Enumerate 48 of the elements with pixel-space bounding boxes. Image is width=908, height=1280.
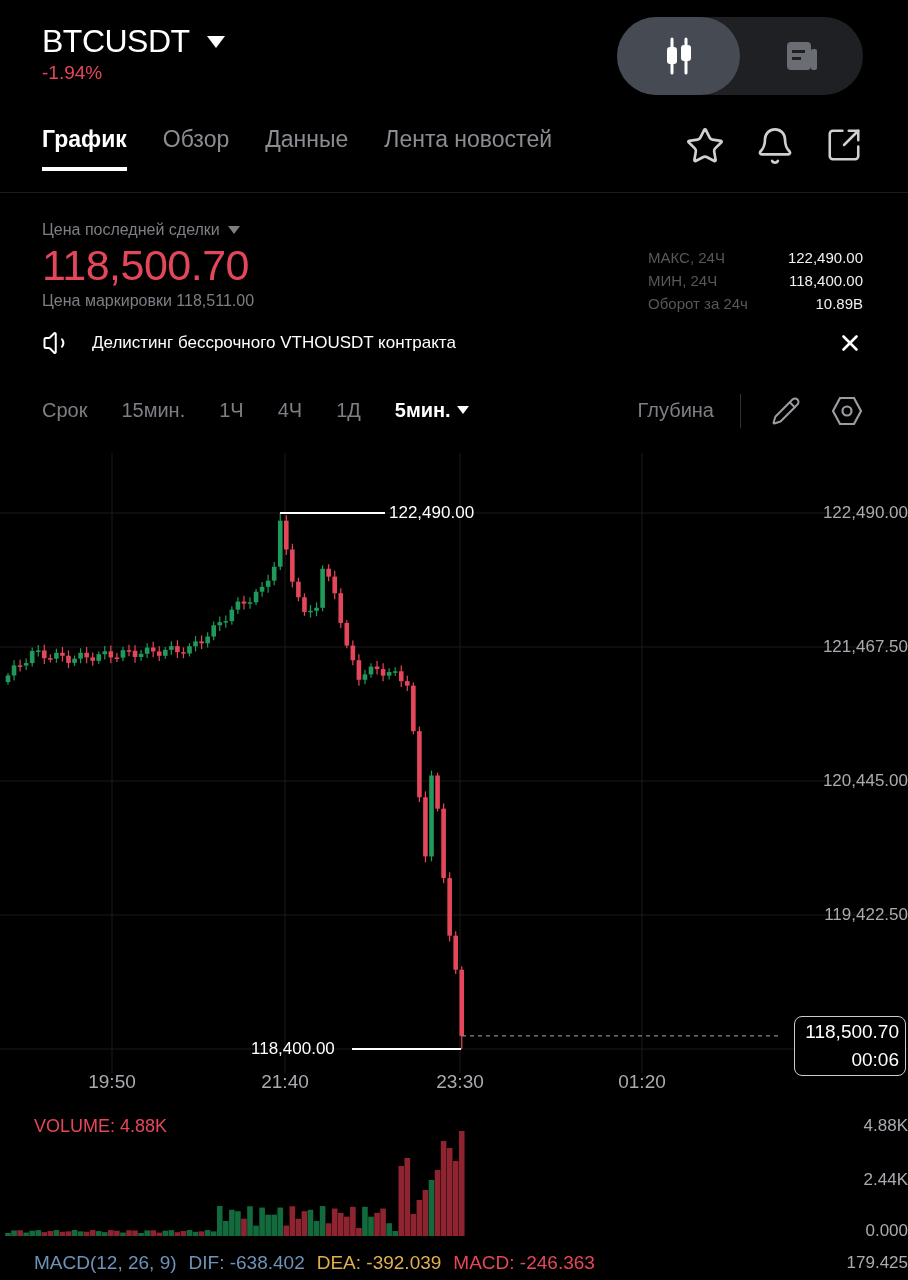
- stat-value: 118,400.00: [788, 272, 863, 289]
- last-price: 118,500.70: [42, 241, 251, 290]
- symbol-title[interactable]: BTCUSDT: [42, 23, 190, 60]
- volume-axis-label: 2.44K: [863, 1170, 908, 1190]
- price-axis-label: 121,467.50: [822, 637, 908, 657]
- volume-axis-label: 0.000: [865, 1221, 908, 1241]
- stat-label: МИН, 24Ч: [648, 272, 719, 289]
- depth-button[interactable]: Глубина: [637, 393, 741, 428]
- settings-icon[interactable]: [831, 394, 863, 427]
- stat-label: Оборот за 24ч: [648, 295, 748, 312]
- last-price-tag: 118,500.70 00:06: [794, 1016, 906, 1076]
- interval-option[interactable]: 1Д: [336, 399, 361, 422]
- volume-title: VOLUME: 4.88K: [34, 1116, 168, 1137]
- document-icon: [784, 39, 819, 73]
- price-axis-label: 119,422.50: [824, 905, 908, 925]
- tab[interactable]: График: [42, 112, 127, 171]
- price-label[interactable]: Цена последней сделки: [42, 221, 220, 239]
- interval-option[interactable]: 4Ч: [277, 399, 303, 422]
- macd-value: MACD: -246.363: [453, 1252, 595, 1274]
- price-change: -1.94%: [42, 62, 104, 84]
- time-axis-label: 19:50: [88, 1071, 136, 1093]
- stat-value: 122,490.00: [787, 249, 863, 266]
- low-price-label: 118,400.00: [251, 1039, 335, 1059]
- stat-value: 10.89B: [814, 295, 863, 312]
- time-axis-label: 21:40: [261, 1071, 309, 1093]
- time-axis-label: 23:30: [436, 1071, 484, 1093]
- high-price-label: 122,490.00: [389, 503, 475, 523]
- interval-option[interactable]: 1Ч: [219, 399, 244, 422]
- price-axis-label: 120,445.00: [822, 771, 908, 791]
- pencil-icon[interactable]: [771, 395, 801, 426]
- interval-title: Срок: [42, 399, 88, 422]
- mark-price: Цена маркировки 118,511.00: [42, 292, 255, 310]
- time-axis-label: 01:20: [618, 1071, 666, 1093]
- tab[interactable]: Данные: [265, 112, 349, 171]
- macd-value: DIF: -638.402: [188, 1252, 305, 1274]
- caret-icon[interactable]: [456, 406, 469, 415]
- caret-icon[interactable]: [205, 34, 226, 49]
- notice-text[interactable]: Делистинг бессрочного VTHOUSDT контракта: [92, 333, 817, 353]
- macd-axis-label: 179.425: [846, 1253, 908, 1273]
- tab[interactable]: Обзор: [162, 112, 230, 171]
- macd-value: MACD(12, 26, 9): [34, 1252, 177, 1274]
- macd-value: DEA: -392.039: [316, 1252, 442, 1274]
- interval-option[interactable]: 15мин.: [121, 399, 186, 422]
- volume-axis-label: 4.88K: [863, 1116, 908, 1136]
- interval-option[interactable]: 5мин.: [394, 399, 469, 422]
- price-axis-label: 122,490.00: [822, 503, 908, 523]
- tab[interactable]: Лента новостей: [384, 112, 553, 171]
- stat-label: МАКС, 24Ч: [648, 249, 726, 266]
